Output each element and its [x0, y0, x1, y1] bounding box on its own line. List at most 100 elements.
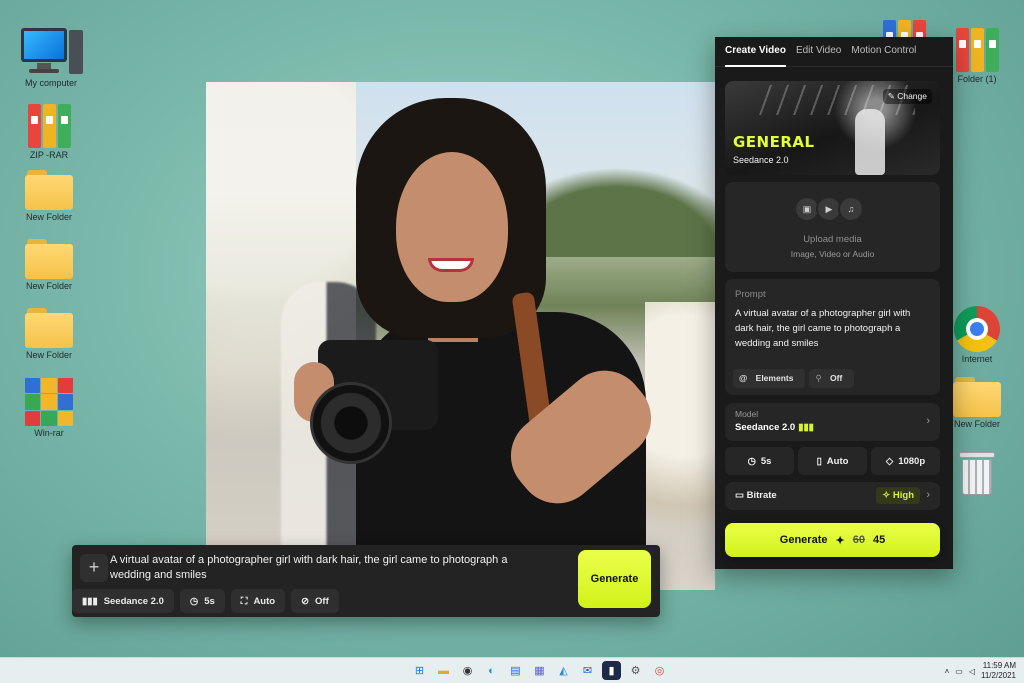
windows-start-icon[interactable]: ⊞ — [410, 661, 429, 680]
desktop-icon-label: My computer — [24, 78, 77, 88]
chip-label: 5s — [204, 595, 215, 607]
camera-app-icon[interactable]: ◉ — [458, 661, 477, 680]
desktop-icon-label: New Folder — [25, 281, 72, 291]
taskbar: ⊞ ▬ ◉ ◐ ▤ ▦ ◭ ✉ ▮ ⚙ ◎ ˄ ▭ ◁ 11:59 AM 11/… — [0, 657, 1024, 683]
create-video-panel: Create Video Edit Video Motion Control ✎… — [715, 37, 953, 569]
prompt-toggle-off[interactable]: ⚲ Off — [809, 369, 855, 388]
clock-icon: ◷ — [747, 455, 756, 467]
folder-icon — [25, 308, 73, 348]
duration-setting[interactable]: ◷ 5s — [725, 447, 794, 475]
folder-icon — [953, 377, 1001, 417]
bitrate-label: ▭ Bitrate — [735, 490, 777, 501]
signal-bars-icon: ▮▮▮ — [82, 595, 98, 607]
edge-icon[interactable]: ◐ — [482, 661, 501, 680]
generated-video-preview — [206, 82, 715, 590]
tag-icon: ◇ — [885, 455, 894, 467]
chip-label: Auto — [253, 595, 276, 607]
upload-subtitle: Image, Video or Audio — [790, 249, 875, 259]
folder-icon — [25, 239, 73, 279]
elements-button[interactable]: @ Elements — [733, 369, 806, 388]
bitrate-value: ✧ High — [876, 487, 920, 504]
active-app-icon[interactable]: ▮ — [602, 661, 621, 680]
model-chip[interactable]: ▮▮▮ Seedance 2.0 — [72, 589, 174, 613]
prompt-card: Prompt A virtual avatar of a photographe… — [725, 279, 940, 395]
clock-icon: ◷ — [189, 595, 199, 607]
tab-create-video[interactable]: Create Video — [725, 37, 786, 67]
model-selector[interactable]: Model Seedance 2.0 ▮▮▮ › — [725, 403, 940, 441]
old-cost: 60 — [852, 534, 865, 546]
desktop-icon-win-rar[interactable]: Win-rar — [12, 378, 86, 438]
video-settings-row: ◷ 5s ▯ Auto ◇ 1080p — [725, 447, 940, 475]
desktop-icon-label: Win-rar — [34, 428, 64, 438]
music-icon: ♫ — [838, 196, 864, 222]
tab-motion-control[interactable]: Motion Control — [851, 37, 916, 67]
desktop-icon-new-folder-2[interactable]: New Folder — [12, 239, 86, 291]
aspect-icon: ▯ — [816, 455, 822, 467]
sparkle-icon: ✦ — [835, 534, 845, 547]
teams-icon[interactable]: ▦ — [530, 661, 549, 680]
desktop-icon-zip-rar[interactable]: ZIP -RAR — [12, 104, 86, 160]
taskbar-apps: ⊞ ▬ ◉ ◐ ▤ ▦ ◭ ✉ ▮ ⚙ ◎ — [410, 661, 669, 680]
upload-title: Upload media — [803, 234, 862, 245]
archive-books-icon — [880, 20, 928, 40]
prompt-input[interactable]: A virtual avatar of a photographer girl … — [110, 553, 550, 583]
media-type-icons: ▣ ▶ ♫ — [794, 196, 864, 222]
add-attachment-button[interactable]: + — [80, 554, 108, 582]
archive-books-icon — [25, 104, 73, 148]
preset-title: GENERAL — [733, 133, 815, 151]
chip-label: Off — [315, 595, 329, 607]
outlook-icon[interactable]: ✉ — [578, 661, 597, 680]
store-icon[interactable]: ▤ — [506, 661, 525, 680]
model-value: Seedance 2.0 ▮▮▮ — [735, 422, 814, 433]
system-tray: ˄ ▭ ◁ 11:59 AM 11/2/2021 — [945, 661, 1016, 681]
chevron-up-icon[interactable]: ˄ — [945, 667, 950, 676]
prompt-bar: + A virtual avatar of a photographer gir… — [72, 545, 660, 617]
tab-edit-video[interactable]: Edit Video — [796, 37, 841, 67]
upload-media-dropzone[interactable]: ▣ ▶ ♫ Upload media Image, Video or Audio — [725, 182, 940, 272]
audio-chip[interactable]: ⊘ Off — [291, 589, 339, 613]
signal-bars-icon: ▮▮▮ — [798, 422, 814, 433]
aspect-chip[interactable]: ⛶ Auto — [230, 589, 286, 613]
desktop-icon-label: New Folder — [25, 350, 72, 360]
sparkle-icon: ✧ — [882, 490, 891, 501]
chrome-taskbar-icon[interactable]: ◎ — [650, 661, 669, 680]
aspect-icon: ⛶ — [240, 595, 248, 607]
recycle-bin-icon — [959, 452, 995, 496]
mute-icon: ⊘ — [301, 595, 310, 607]
camera-icon: ▭ — [735, 490, 744, 501]
photos-icon[interactable]: ◭ — [554, 661, 573, 680]
duration-chip[interactable]: ◷ 5s — [179, 589, 225, 613]
volume-icon[interactable]: ◁ — [969, 667, 975, 676]
desktop-icon-new-folder-1[interactable]: New Folder — [12, 170, 86, 222]
desktop-icon-my-computer[interactable]: My computer — [14, 26, 88, 88]
preset-model-name: Seedance 2.0 — [733, 155, 789, 165]
computer-icon — [19, 26, 83, 76]
desktop-icon-folder-archive-top[interactable] — [867, 20, 941, 40]
file-explorer-icon[interactable]: ▬ — [434, 661, 453, 680]
clock[interactable]: 11:59 AM 11/2/2021 — [981, 661, 1016, 681]
prompt-label: Prompt — [735, 289, 766, 300]
winrar-icon — [25, 378, 73, 426]
change-model-button[interactable]: ✎ Change — [882, 89, 932, 104]
settings-gear-icon[interactable]: ⚙ — [626, 661, 645, 680]
credit-cost: 45 — [872, 534, 886, 546]
pencil-icon: ✎ — [887, 91, 895, 101]
chip-label: Seedance 2.0 — [103, 595, 164, 607]
prompt-options: @ Elements ⚲ Off — [733, 369, 855, 388]
panel-tabs: Create Video Edit Video Motion Control — [715, 37, 953, 67]
resolution-setting[interactable]: ◇ 1080p — [871, 447, 940, 475]
panel-generate-button[interactable]: Generate ✦ 60 45 — [725, 523, 940, 557]
aspect-setting[interactable]: ▯ Auto — [798, 447, 867, 475]
desktop-icon-label: New Folder — [25, 212, 72, 222]
prompt-chips: ▮▮▮ Seedance 2.0 ◷ 5s ⛶ Auto ⊘ Off — [72, 589, 339, 613]
chrome-icon — [954, 306, 1000, 352]
model-preset-card[interactable]: ✎ Change GENERAL Seedance 2.0 — [725, 81, 940, 175]
desktop-icon-label: ZIP -RAR — [29, 150, 69, 160]
desktop-icon-new-folder-3[interactable]: New Folder — [12, 308, 86, 360]
network-icon[interactable]: ▭ — [955, 667, 963, 676]
generate-button[interactable]: Generate — [578, 550, 651, 608]
bitrate-selector[interactable]: ▭ Bitrate ✧ High › — [725, 482, 940, 510]
folder-icon — [25, 170, 73, 210]
prompt-textarea[interactable]: A virtual avatar of a photographer girl … — [735, 306, 930, 351]
chevron-right-icon: › — [926, 489, 930, 501]
